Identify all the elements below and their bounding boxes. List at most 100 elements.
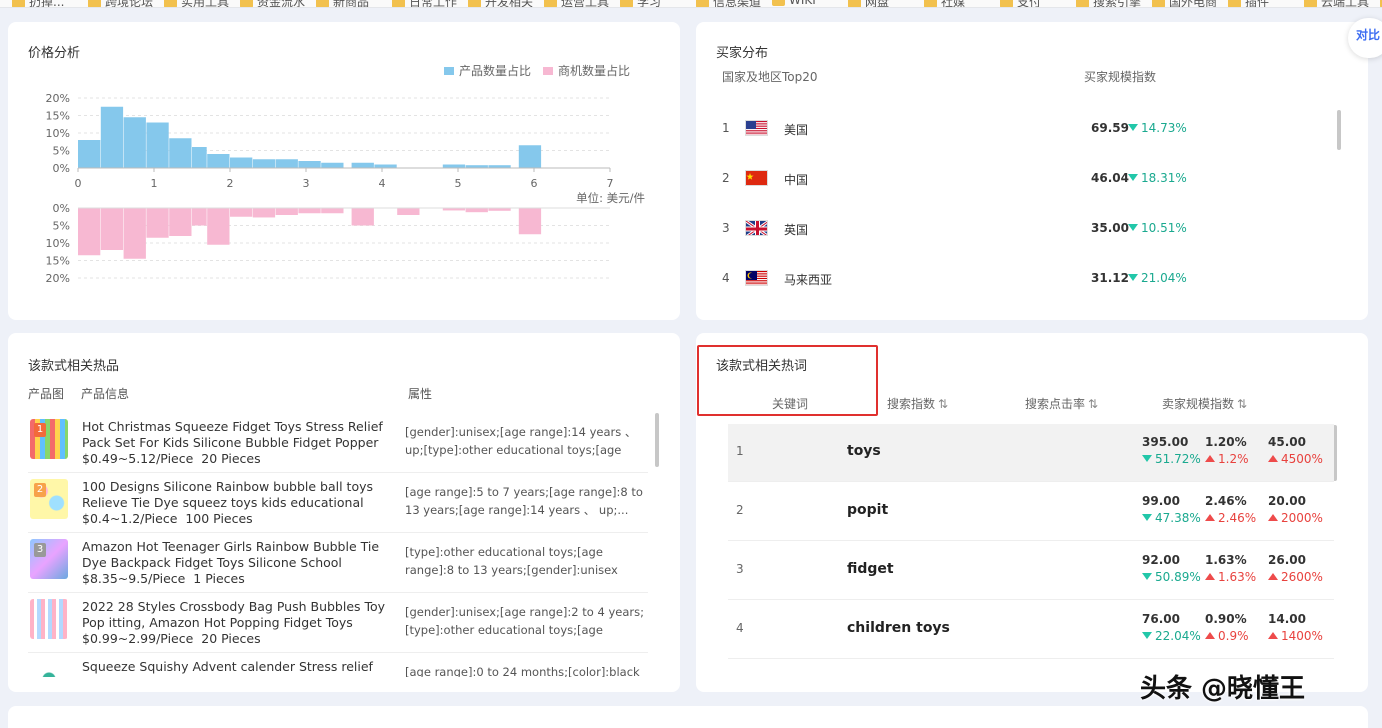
sort-icon[interactable]: ⇅ (1237, 397, 1247, 411)
product-row[interactable]: Squeeze Squishy Advent calender Stress r… (28, 653, 648, 677)
keyword-ctr-change: 1.2% (1205, 452, 1249, 466)
product-thumbnail[interactable]: 3 (30, 539, 68, 579)
keyword-change-value: 1400% (1281, 629, 1323, 643)
bookmark-item[interactable]: 资金流水 (240, 0, 305, 7)
bookmark-item[interactable]: 日常工作 (392, 0, 457, 7)
buyer-row[interactable]: 2 中国 46.04 18.31% (696, 167, 1336, 191)
bookmark-item[interactable]: 扔掉... (12, 0, 64, 7)
next-section-card (8, 706, 1368, 728)
product-row[interactable]: 3 Amazon Hot Teenager Girls Rainbow Bubbl… (28, 533, 648, 593)
opportunity-share-bar (192, 208, 207, 226)
bookmark-item[interactable]: 学习 (620, 0, 661, 7)
buyer-scrollbar[interactable] (1337, 110, 1341, 150)
buyer-row[interactable]: 3 英国 35.00 10.51% (696, 217, 1336, 241)
sort-icon[interactable]: ⇅ (1088, 397, 1098, 411)
keyword-row[interactable]: 3 fidget 92.00 50.89% 1.63% 1.63% 26.00 2600% (728, 542, 1334, 600)
cn-flag-icon (745, 170, 768, 186)
watermark: 头条 @晓懂王 (1140, 674, 1306, 704)
folder-icon (240, 0, 253, 7)
col-country-header: 国家及地区Top20 (722, 70, 818, 84)
opportunity-share-bar (351, 208, 374, 226)
keyword-name[interactable]: children toys (847, 620, 950, 636)
keyword-name[interactable]: popit (847, 502, 888, 518)
keyword-name[interactable]: fidget (847, 561, 894, 577)
keyword-seller-value: 45.00 (1268, 435, 1306, 449)
bookmark-item[interactable]: 信息渠道 (696, 0, 761, 7)
bookmark-item[interactable]: 社媒 (924, 0, 965, 7)
product-thumbnail[interactable] (30, 599, 68, 639)
product-price: $0.99~2.99/Piece (82, 631, 194, 646)
product-moq: 1 Pieces (193, 571, 245, 586)
product-attributes: [type]:other educational toys;[age range… (405, 545, 618, 577)
buyer-change: 14.73% (1128, 121, 1187, 135)
product-attributes: [age range]:5 to 7 years;[age range]:8 t… (405, 485, 643, 517)
bookmark-item[interactable]: WIKI (772, 0, 816, 7)
keyword-rank: 3 (736, 562, 744, 576)
x-tick-label: 4 (379, 177, 386, 190)
product-share-bar (100, 106, 124, 168)
product-price-line: $0.99~2.99/Piece 20 Pieces (82, 631, 394, 647)
buyer-row[interactable]: 4 马来西亚 31.12 21.04% (696, 267, 1336, 291)
products-scrollbar[interactable] (655, 413, 659, 467)
folder-icon (772, 0, 785, 6)
keyword-change-value: 51.72% (1155, 452, 1201, 466)
product-info: 100 Designs Silicone Rainbow bubble ball… (82, 479, 394, 527)
bookmark-item[interactable]: 插件 (1228, 0, 1270, 8)
keyword-search-change: 50.89% (1142, 570, 1201, 584)
product-share-bar (442, 164, 466, 168)
col-search-index-header[interactable]: 搜索指数 ⇅ (887, 395, 948, 412)
product-row[interactable]: 1 Hot Christmas Squeeze Fidget Toys Stres… (28, 413, 648, 473)
bookmark-item[interactable]: 跨境论坛 (88, 0, 153, 7)
trend-up-icon (1268, 573, 1278, 580)
opportunity-share-bar (397, 208, 420, 215)
bookmark-label: 插件 (1245, 0, 1270, 8)
product-thumbnail[interactable]: 2 (30, 479, 68, 519)
trend-down-icon (1142, 573, 1152, 580)
col-ctr-label: 搜索点击率 (1025, 397, 1086, 411)
product-share-bar (230, 157, 253, 168)
product-row[interactable]: 2022 28 Styles Crossbody Bag Push Bubble… (28, 593, 648, 653)
opportunity-share-bar (123, 208, 146, 259)
bookmark-label: 网盘 (865, 0, 890, 8)
product-share-bar (78, 140, 101, 168)
trend-up-icon (1205, 514, 1215, 521)
product-name[interactable]: Hot Christmas Squeeze Fidget Toys Stress… (82, 419, 394, 451)
bookmark-item[interactable]: 运营工具 (544, 0, 609, 7)
keyword-ctr-change: 2.46% (1205, 511, 1256, 525)
bookmark-item[interactable]: 搜索引擎 (1076, 0, 1141, 7)
bookmark-item[interactable]: 支付 (1000, 0, 1042, 8)
y-tick-label: 20% (46, 272, 70, 285)
bookmark-item[interactable]: 网盘 (848, 0, 890, 8)
product-name[interactable]: Amazon Hot Teenager Girls Rainbow Bubble… (82, 539, 394, 571)
keyword-change-value: 1.2% (1218, 452, 1249, 466)
bookmark-label: 支付 (1017, 0, 1042, 8)
col-seller-index-header[interactable]: 卖家规模指数 ⇅ (1162, 395, 1247, 412)
product-name[interactable]: 100 Designs Silicone Rainbow bubble ball… (82, 479, 394, 511)
bookmark-item[interactable]: 开发相关 (468, 0, 533, 7)
keyword-row[interactable]: 1 toys 395.00 51.72% 1.20% 1.2% 45.00 4500% (728, 424, 1334, 482)
buyer-row[interactable]: 1 美国 69.59 14.73% (696, 117, 1336, 141)
bookmark-item[interactable]: 新商品 (316, 0, 369, 7)
trend-up-icon (1205, 632, 1215, 639)
folder-icon (848, 0, 861, 7)
price-analysis-card: 价格分析 产品数量占比 商机数量占比 20% 15% 10% 5% 0% 0% 5% 10% 1… (8, 22, 680, 320)
product-name[interactable]: Squeeze Squishy Advent calender Stress r… (82, 659, 394, 677)
product-share-bar (275, 159, 298, 168)
sort-icon[interactable]: ⇅ (938, 397, 948, 411)
buyer-change-value: 10.51% (1141, 221, 1187, 235)
keyword-row[interactable]: 2 popit 99.00 47.38% 2.46% 2.46% 20.00 2000% (728, 483, 1334, 541)
keyword-seller-change: 1400% (1268, 629, 1323, 643)
y-tick-label: 5% (53, 145, 70, 158)
bookmark-item[interactable]: 实用工具 (164, 0, 229, 7)
keyword-row[interactable]: 4 children toys 76.00 22.04% 0.90% 0.9% 14.00 1… (728, 601, 1334, 659)
bookmark-item[interactable]: 国外电商 (1152, 0, 1217, 7)
product-thumbnail[interactable]: 1 (30, 419, 68, 459)
compare-button[interactable]: 对比 (1348, 18, 1382, 58)
bookmark-item[interactable]: 云端工具 (1304, 0, 1369, 7)
product-price: $0.49~5.12/Piece (82, 451, 194, 466)
product-name[interactable]: 2022 28 Styles Crossbody Bag Push Bubble… (82, 599, 394, 631)
product-row[interactable]: 2 100 Designs Silicone Rainbow bubble bal… (28, 473, 648, 533)
keyword-name[interactable]: toys (847, 443, 881, 459)
col-ctr-header[interactable]: 搜索点击率 ⇅ (1025, 395, 1098, 412)
product-thumbnail[interactable] (30, 659, 68, 677)
